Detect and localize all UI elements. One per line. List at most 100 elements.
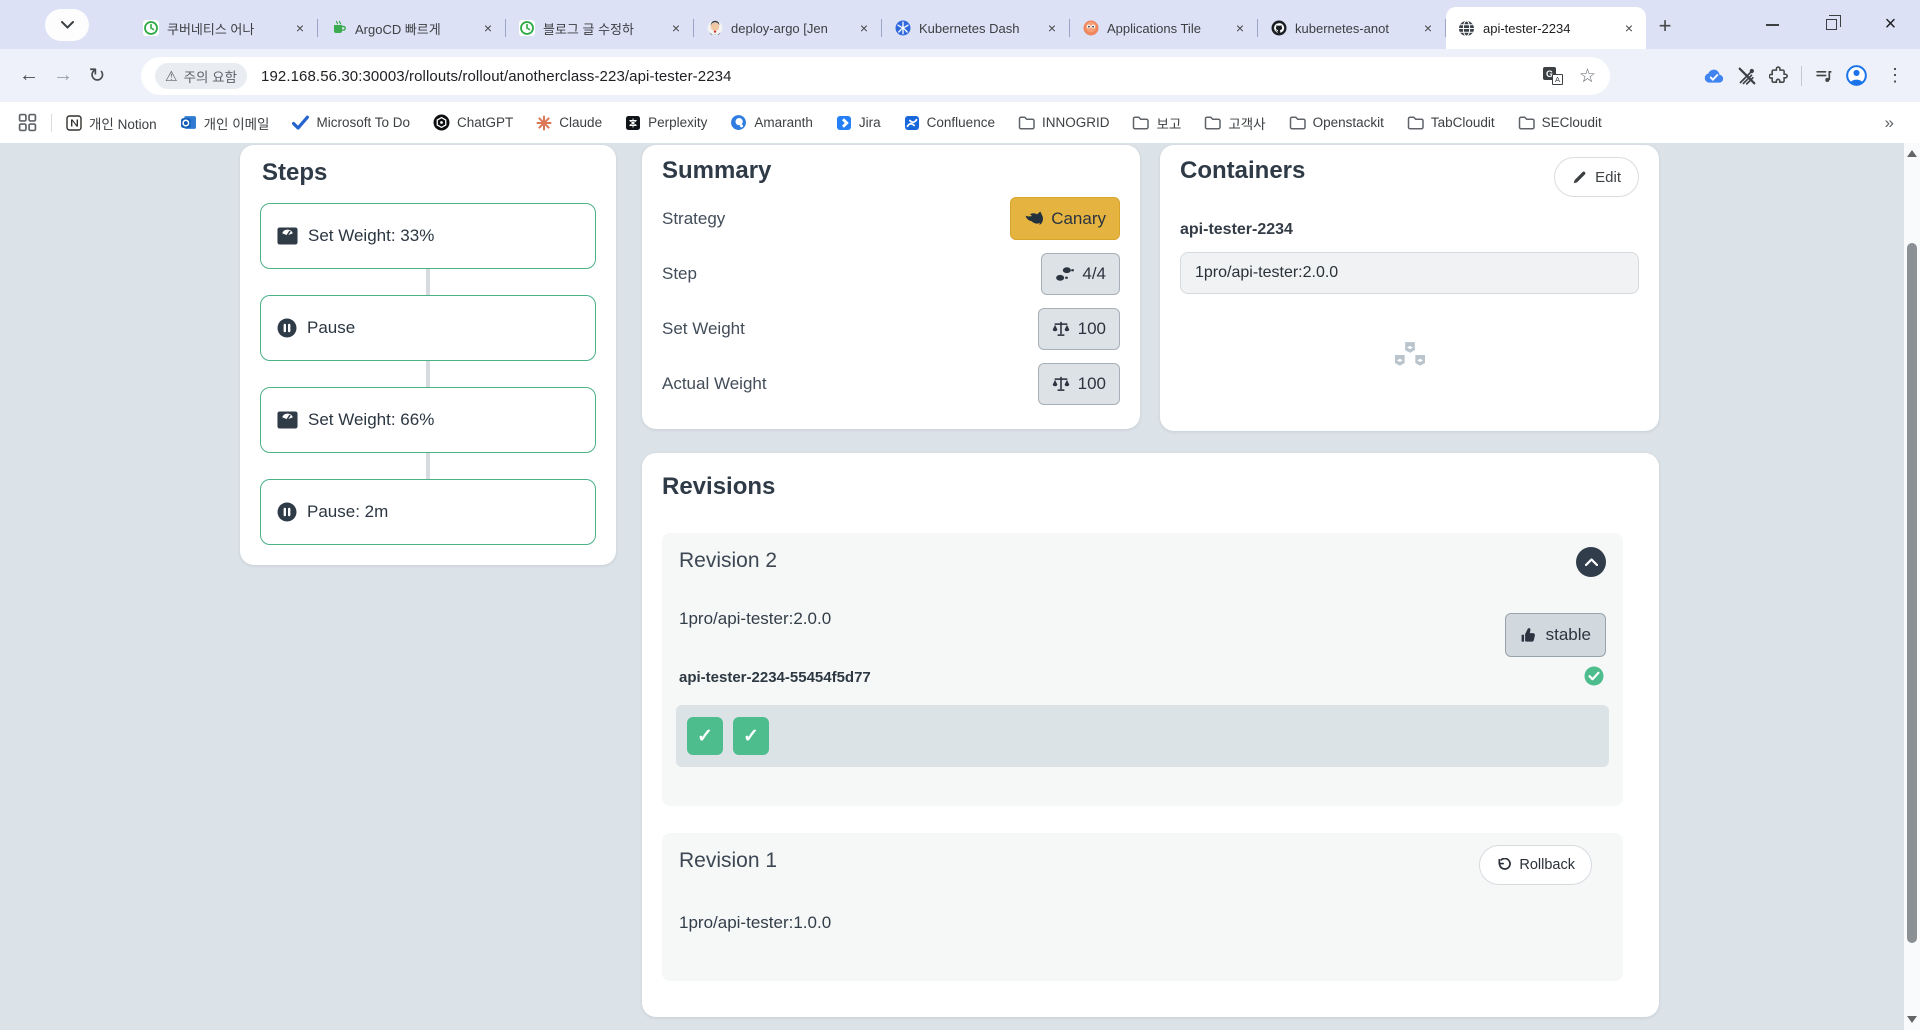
- bookmark-folder-secloudit[interactable]: SECloudit: [1518, 115, 1602, 130]
- page-scrollbar[interactable]: [1904, 143, 1920, 1030]
- apps-grid-icon[interactable]: [18, 113, 37, 132]
- tab-jenkins[interactable]: deploy-argo [Jen ×: [694, 10, 881, 46]
- edit-containers-button[interactable]: Edit: [1554, 157, 1639, 197]
- bookmark-star-icon[interactable]: ☆: [1579, 65, 1596, 88]
- tab-close-icon[interactable]: ×: [1419, 19, 1437, 37]
- tab-github[interactable]: kubernetes-anot ×: [1258, 10, 1445, 46]
- folder-icon: [1205, 116, 1222, 130]
- bookmarks-overflow-chevron[interactable]: »: [1885, 113, 1894, 133]
- steps-panel: Steps Set Weight: 33% Pause Set Weight: …: [240, 145, 616, 565]
- clock-green-favicon: [518, 20, 535, 37]
- profile-avatar-icon[interactable]: [1846, 65, 1867, 86]
- balance-scale-icon: [1052, 376, 1069, 391]
- tab-label: ArgoCD 빠르게: [355, 21, 441, 37]
- pencil-icon: [1573, 171, 1586, 183]
- container-image-input[interactable]: 1pro/api-tester:2.0.0: [1180, 252, 1639, 294]
- bookmark-label: ChatGPT: [457, 115, 514, 130]
- cloud-sync-icon[interactable]: [1703, 68, 1725, 84]
- blocked-extension-icon[interactable]: [1738, 67, 1756, 85]
- step-pause-2m: Pause: 2m: [260, 479, 596, 545]
- clock-green-favicon: [142, 20, 159, 37]
- tab-close-icon[interactable]: ×: [855, 19, 873, 37]
- bookmark-jira[interactable]: Jira: [836, 115, 881, 131]
- warning-label: 주의 요함: [183, 70, 237, 85]
- extensions-puzzle-icon[interactable]: [1769, 66, 1788, 85]
- bookmark-label: Confluence: [926, 115, 995, 130]
- scroll-down-arrow[interactable]: [1907, 1016, 1917, 1023]
- tab-blog-edit[interactable]: 블로그 글 수정하 ×: [506, 10, 693, 46]
- scrollbar-thumb[interactable]: [1907, 243, 1917, 943]
- bookmark-folder-openstackit[interactable]: Openstackit: [1289, 115, 1384, 130]
- bookmark-folder-innogrid[interactable]: INNOGRID: [1018, 115, 1109, 130]
- back-button[interactable]: ←: [12, 59, 46, 93]
- window-minimize-button[interactable]: [1743, 0, 1802, 49]
- globe-favicon: [1458, 20, 1475, 37]
- todo-check-icon: [292, 115, 310, 130]
- tab-kubernetes-dashboard[interactable]: Kubernetes Dash ×: [882, 10, 1069, 46]
- tab-close-icon[interactable]: ×: [291, 19, 309, 37]
- dove-icon: [1025, 211, 1044, 225]
- window-restore-button[interactable]: [1802, 0, 1861, 49]
- browser-menu-icon[interactable]: ⋮: [1880, 65, 1910, 86]
- bookmark-notion[interactable]: 개인 Notion: [66, 113, 157, 133]
- tab-search-button[interactable]: [45, 9, 89, 41]
- bookmark-claude[interactable]: Claude: [536, 115, 602, 131]
- bookmark-email[interactable]: 개인 이메일: [180, 113, 270, 133]
- jira-icon: [836, 115, 851, 130]
- tab-close-icon[interactable]: ×: [1231, 19, 1249, 37]
- step-connector: [426, 269, 430, 295]
- tab-close-icon[interactable]: ×: [1043, 19, 1061, 37]
- rollback-button[interactable]: Rollback: [1479, 845, 1592, 885]
- step-label: Set Weight: 33%: [308, 226, 435, 245]
- address-bar[interactable]: ⚠ 주의 요함 192.168.56.30:30003/rollouts/rol…: [141, 57, 1610, 95]
- reload-button[interactable]: ↻: [80, 59, 114, 93]
- tab-close-icon[interactable]: ×: [479, 19, 497, 37]
- tab-label: deploy-argo [Jen: [731, 20, 828, 36]
- summary-row-step: Step 4/4: [642, 246, 1140, 301]
- new-tab-button[interactable]: +: [1650, 11, 1680, 41]
- scroll-up-arrow[interactable]: [1907, 150, 1917, 157]
- bookmark-perplexity[interactable]: Perplexity: [625, 115, 707, 131]
- revision-2-image: 1pro/api-tester:2.0.0: [679, 609, 832, 628]
- translate-icon[interactable]: GA: [1542, 67, 1563, 85]
- bookmark-folder-tabcloudit[interactable]: TabCloudit: [1407, 115, 1495, 130]
- pause-icon: [277, 318, 297, 338]
- window-close-button[interactable]: ×: [1861, 0, 1920, 49]
- tab-label: 쿠버네티스 어나: [167, 21, 255, 37]
- tab-close-icon[interactable]: ×: [667, 19, 685, 37]
- step-pause: Pause: [260, 295, 596, 361]
- folder-icon: [1018, 116, 1035, 130]
- step-count-badge: 4/4: [1041, 252, 1120, 295]
- bookmark-chatgpt[interactable]: ChatGPT: [433, 114, 513, 131]
- amaranth-icon: [731, 115, 747, 130]
- security-warning-chip[interactable]: ⚠ 주의 요함: [155, 63, 247, 89]
- bookmark-label: 보고: [1156, 116, 1182, 132]
- set-weight-value: 100: [1077, 318, 1106, 338]
- tab-argocd-blog[interactable]: ArgoCD 빠르게 ×: [318, 10, 505, 46]
- browser-window: 쿠버네티스 어나 × ArgoCD 빠르게 × 블로그 글 수정하 × depl…: [0, 0, 1920, 1030]
- bookmark-ms-todo[interactable]: Microsoft To Do: [292, 115, 410, 130]
- canary-badge: Canary: [1010, 197, 1120, 240]
- tab-strip: 쿠버네티스 어나 × ArgoCD 빠르게 × 블로그 글 수정하 × depl…: [0, 0, 1920, 49]
- bookmark-confluence[interactable]: Confluence: [904, 115, 995, 131]
- bookmark-folder-customers[interactable]: 고객사: [1204, 113, 1266, 133]
- media-controls-icon[interactable]: [1815, 67, 1833, 84]
- tab-close-icon[interactable]: ×: [1620, 19, 1638, 37]
- bookmark-label: 개인 이메일: [203, 116, 270, 132]
- bookmark-label: 고객사: [1228, 116, 1266, 132]
- pod-status-square: ✓: [733, 717, 769, 755]
- strategy-value: Canary: [1051, 208, 1106, 228]
- tab-api-tester-active[interactable]: api-tester-2234 ×: [1446, 7, 1646, 49]
- weight-scale-icon: [277, 227, 298, 245]
- bookmark-folder-report[interactable]: 보고: [1132, 113, 1181, 133]
- step-count-value: 4/4: [1082, 263, 1106, 283]
- tab-argo-applications[interactable]: Applications Tile ×: [1070, 10, 1257, 46]
- revisions-panel: Revisions Revision 2 1pro/api-tester:2.0…: [642, 453, 1659, 1017]
- tab-kubernetes-blog[interactable]: 쿠버네티스 어나 ×: [130, 10, 317, 46]
- replicaset-name: api-tester-2234-55454f5d77: [679, 669, 871, 686]
- tabs-row: 쿠버네티스 어나 × ArgoCD 빠르게 × 블로그 글 수정하 × depl…: [130, 7, 1646, 49]
- bookmark-amaranth[interactable]: Amaranth: [730, 114, 813, 131]
- collapse-revision-button[interactable]: [1576, 547, 1606, 577]
- chatgpt-icon: [433, 114, 450, 131]
- forward-button[interactable]: →: [46, 59, 80, 93]
